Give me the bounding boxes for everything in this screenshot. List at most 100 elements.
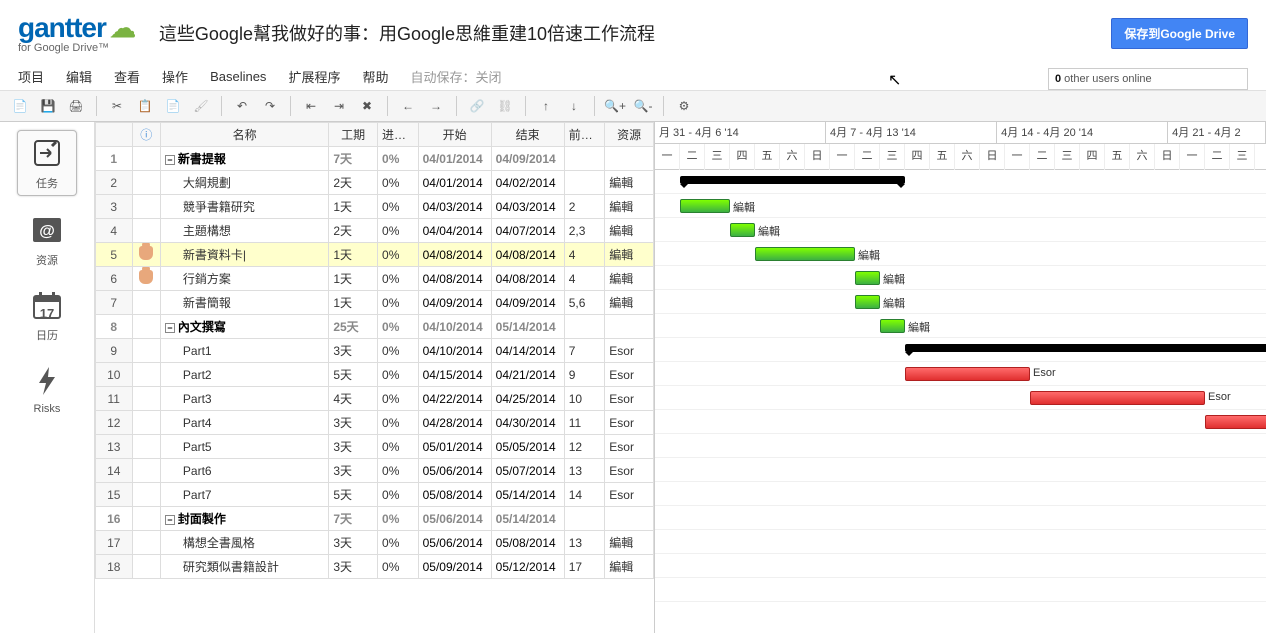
row-start[interactable]: 04/04/2014 [418,219,491,243]
row-duration[interactable]: 3天 [329,339,378,363]
row-progress[interactable]: 0% [378,243,419,267]
outdent-icon[interactable]: ⇤ [299,94,323,118]
table-row[interactable]: 3競爭書籍研究1天0%04/03/201404/03/20142編輯 [96,195,654,219]
col-end[interactable]: 结束 [491,123,564,147]
cut-icon[interactable]: ✂ [105,94,129,118]
link-icon[interactable]: 🔗 [465,94,489,118]
doc-title[interactable]: 這些Google幫我做好的事：用Google思維重建10倍速工作流程 [159,20,1111,46]
row-duration[interactable]: 7天 [329,507,378,531]
gantt-row[interactable] [655,410,1266,434]
row-res[interactable] [605,507,654,531]
row-progress[interactable]: 0% [378,531,419,555]
row-res[interactable]: Esor [605,459,654,483]
row-start[interactable]: 05/01/2014 [418,435,491,459]
row-pred[interactable]: 12 [564,435,605,459]
gantt-bar[interactable] [1205,415,1266,429]
gantt-row[interactable] [655,434,1266,458]
row-duration[interactable]: 7天 [329,147,378,171]
paste-icon[interactable]: 📄 [161,94,185,118]
gantt-row[interactable] [655,578,1266,602]
row-progress[interactable]: 0% [378,315,419,339]
table-row[interactable]: 16−封面製作7天0%05/06/201405/14/2014 [96,507,654,531]
sidebar-resources[interactable]: @ 资源 [17,208,77,272]
table-row[interactable]: 15Part75天0%05/08/201405/14/201414Esor [96,483,654,507]
row-res[interactable]: Esor [605,363,654,387]
gantt-row[interactable]: 編輯 [655,266,1266,290]
col-start[interactable]: 开始 [418,123,491,147]
col-progress[interactable]: 进度百 [378,123,419,147]
row-pred[interactable]: 4 [564,243,605,267]
row-end[interactable]: 04/09/2014 [491,291,564,315]
row-res[interactable]: 編輯 [605,267,654,291]
gantt-row[interactable]: Esor [655,386,1266,410]
row-progress[interactable]: 0% [378,483,419,507]
row-name[interactable]: 大綱規劃 [160,171,328,195]
menu-help[interactable]: 帮助 [362,67,388,86]
row-name[interactable]: 構想全書風格 [160,531,328,555]
sidebar-calendar[interactable]: 17 日历 [17,284,77,347]
undo-icon[interactable]: ↶ [230,94,254,118]
col-info[interactable]: ⓘ [132,123,160,147]
row-end[interactable]: 04/08/2014 [491,267,564,291]
row-res[interactable]: 編輯 [605,291,654,315]
save-to-drive-button[interactable]: 保存到Google Drive [1111,18,1248,49]
gantt-bar[interactable]: 編輯 [755,247,855,261]
gantt-bar[interactable] [905,344,1266,352]
row-start[interactable]: 05/09/2014 [418,555,491,579]
row-pred[interactable] [564,171,605,195]
gantt-row[interactable]: 編輯 [655,194,1266,218]
menu-extensions[interactable]: 扩展程序 [288,67,340,86]
row-pred[interactable]: 9 [564,363,605,387]
row-res[interactable] [605,147,654,171]
row-pred[interactable]: 14 [564,483,605,507]
row-end[interactable]: 05/14/2014 [491,483,564,507]
row-start[interactable]: 04/03/2014 [418,195,491,219]
row-end[interactable]: 04/30/2014 [491,411,564,435]
row-pred[interactable]: 7 [564,339,605,363]
table-row[interactable]: 17構想全書風格3天0%05/06/201405/08/201413編輯 [96,531,654,555]
row-duration[interactable]: 1天 [329,267,378,291]
row-progress[interactable]: 0% [378,171,419,195]
row-res[interactable]: Esor [605,411,654,435]
gantt-bar[interactable]: 編輯 [880,319,905,333]
redo-icon[interactable]: ↷ [258,94,282,118]
table-row[interactable]: 5新書資料卡|1天0%04/08/201404/08/20144編輯 [96,243,654,267]
gantt-row[interactable]: 編輯 [655,314,1266,338]
row-start[interactable]: 05/06/2014 [418,531,491,555]
table-row[interactable]: 6行銷方案1天0%04/08/201404/08/20144編輯 [96,267,654,291]
row-duration[interactable]: 2天 [329,171,378,195]
row-end[interactable]: 05/14/2014 [491,507,564,531]
row-start[interactable]: 04/28/2014 [418,411,491,435]
gantt-row[interactable]: 編輯 [655,218,1266,242]
row-duration[interactable]: 2天 [329,219,378,243]
col-id[interactable] [96,123,133,147]
row-progress[interactable]: 0% [378,411,419,435]
gantt-row[interactable] [655,530,1266,554]
table-row[interactable]: 18研究類似書籍設計3天0%05/09/201405/12/201417編輯 [96,555,654,579]
row-pred[interactable]: 17 [564,555,605,579]
row-duration[interactable]: 3天 [329,411,378,435]
up-icon[interactable]: ↑ [534,94,558,118]
row-res[interactable]: Esor [605,339,654,363]
collapse-icon[interactable]: − [165,155,175,165]
delete-icon[interactable]: ✖ [355,94,379,118]
row-pred[interactable] [564,507,605,531]
row-res[interactable]: 編輯 [605,555,654,579]
row-end[interactable]: 05/14/2014 [491,315,564,339]
row-start[interactable]: 04/15/2014 [418,363,491,387]
row-end[interactable]: 05/12/2014 [491,555,564,579]
gantt-row[interactable] [655,170,1266,194]
row-progress[interactable]: 0% [378,291,419,315]
row-progress[interactable]: 0% [378,267,419,291]
row-name[interactable]: Part7 [160,483,328,507]
row-res[interactable]: 編輯 [605,243,654,267]
row-start[interactable]: 04/01/2014 [418,147,491,171]
gantt-bar[interactable] [680,176,905,184]
row-pred[interactable]: 11 [564,411,605,435]
table-row[interactable]: 11Part34天0%04/22/201404/25/201410Esor [96,387,654,411]
menu-edit[interactable]: 编辑 [66,67,92,86]
table-row[interactable]: 8−內文撰寫25天0%04/10/201405/14/2014 [96,315,654,339]
row-end[interactable]: 04/21/2014 [491,363,564,387]
row-progress[interactable]: 0% [378,339,419,363]
row-name[interactable]: 新書簡報 [160,291,328,315]
